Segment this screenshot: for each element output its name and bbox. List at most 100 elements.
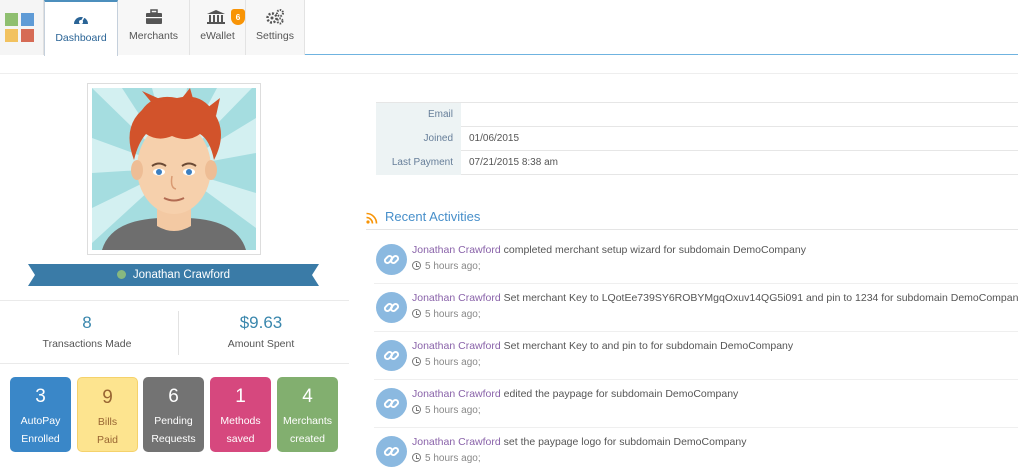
activity-text: Jonathan Crawford completed merchant set…	[412, 244, 806, 256]
activity-text: Jonathan Crawford edited the paypage for…	[412, 388, 738, 400]
info-row-last-payment: Last Payment 07/21/2015 8:38 am	[376, 151, 1018, 175]
stat-label: Transactions Made	[42, 338, 132, 350]
tile-label-line: Merchants	[282, 415, 333, 427]
content-divider	[0, 73, 1018, 74]
clock-icon	[412, 453, 421, 462]
stat-transactions: 8 Transactions Made	[0, 301, 174, 365]
notification-badge: 6	[231, 9, 245, 25]
activity-time-text: 5 hours ago;	[425, 357, 481, 368]
link-icon	[383, 350, 400, 361]
tile-value: 6	[168, 386, 179, 407]
bank-icon	[207, 10, 225, 24]
recent-activities-title: Recent Activities	[385, 209, 481, 224]
tab-label: Merchants	[128, 30, 179, 42]
gears-icon	[266, 9, 284, 25]
tile-label-line: Bills	[97, 416, 118, 428]
stat-amount-spent: $9.63 Amount Spent	[174, 301, 348, 365]
activity-icon	[376, 436, 407, 467]
tab-label: Settings	[256, 30, 294, 42]
activity-time-text: 5 hours ago;	[425, 309, 481, 320]
stat-value: $9.63	[239, 313, 283, 332]
link-icon	[383, 302, 400, 313]
stat-value: 8	[82, 313, 92, 332]
top-navbar: Dashboard Merchants eWallet 6 Settings	[0, 0, 1018, 56]
logo-tile	[5, 13, 18, 26]
clock-icon	[412, 309, 421, 318]
activity-text: Jonathan Crawford set the paypage logo f…	[412, 436, 746, 448]
activity-time: 5 hours ago;	[412, 261, 481, 272]
activity-description: edited the paypage for subdomain DemoCom…	[503, 388, 739, 400]
clock-icon	[412, 261, 421, 270]
tile-label: Pending Requests	[143, 412, 204, 448]
activity-time: 5 hours ago;	[412, 453, 481, 464]
profile-info-table: Email Joined 01/06/2015 Last Payment 07/…	[376, 102, 1018, 175]
activity-icon	[376, 388, 407, 419]
online-status-dot	[116, 270, 126, 279]
tab-settings[interactable]: Settings	[246, 0, 305, 55]
activity-item: Jonathan Crawford Set merchant Key to an…	[374, 332, 1018, 380]
app-logo[interactable]	[0, 0, 44, 55]
tile-label-line: AutoPay	[20, 415, 61, 427]
activity-description: Set merchant Key to LQotEe739SY6ROBYMgqO…	[503, 292, 1018, 304]
tile-value: 9	[102, 387, 113, 408]
info-value: 07/21/2015 8:38 am	[469, 157, 558, 168]
tab-dashboard[interactable]: Dashboard	[44, 0, 118, 56]
tile-label-line: created	[289, 433, 326, 445]
link-icon	[383, 398, 400, 409]
info-key: Email	[376, 103, 461, 127]
tile-label-line: Enrolled	[21, 433, 60, 445]
activity-user-link[interactable]: Jonathan Crawford	[412, 388, 501, 400]
avatar	[87, 83, 261, 255]
activity-description: Set merchant Key to and pin to for subdo…	[503, 340, 794, 352]
activity-time-text: 5 hours ago;	[425, 261, 481, 272]
rss-icon	[366, 212, 378, 224]
info-key: Last Payment	[376, 151, 461, 175]
activity-user-link[interactable]: Jonathan Crawford	[412, 244, 501, 256]
activity-icon	[376, 292, 407, 323]
info-row-joined: Joined 01/06/2015	[376, 127, 1018, 151]
profile-name-text: Jonathan Crawford	[132, 269, 231, 281]
activity-user-link[interactable]: Jonathan Crawford	[412, 292, 501, 304]
profile-stats: 8 Transactions Made $9.63 Amount Spent	[0, 300, 349, 364]
activity-item: Jonathan Crawford set the paypage logo f…	[374, 428, 1018, 475]
profile-name-ribbon: Jonathan Crawford	[28, 264, 319, 286]
tile-label-line: saved	[226, 433, 255, 445]
tab-merchants[interactable]: Merchants	[118, 0, 190, 55]
activity-description: completed merchant setup wizard for subd…	[503, 244, 806, 256]
tile-bills-paid[interactable]: 9 Bills Paid	[77, 377, 138, 452]
tile-value: 3	[35, 386, 46, 407]
briefcase-icon	[145, 9, 162, 24]
tile-label-line: Methods	[220, 415, 261, 427]
tile-label-line: Requests	[151, 433, 196, 445]
tile-methods-saved[interactable]: 1 Methods saved	[210, 377, 271, 452]
clock-icon	[412, 405, 421, 414]
activity-item: Jonathan Crawford Set merchant Key to LQ…	[374, 284, 1018, 332]
info-value: 01/06/2015	[469, 133, 520, 144]
activities-divider	[366, 229, 1018, 230]
activity-user-link[interactable]: Jonathan Crawford	[412, 340, 501, 352]
activity-description: set the paypage logo for subdomain DemoC…	[503, 436, 747, 448]
tile-value: 1	[235, 386, 246, 407]
clock-icon	[412, 357, 421, 366]
logo-tile	[5, 29, 18, 42]
info-row-email: Email	[376, 103, 1018, 127]
tile-pending-requests[interactable]: 6 Pending Requests	[143, 377, 204, 452]
tile-label: Bills Paid	[78, 413, 137, 449]
stat-label: Amount Spent	[227, 338, 295, 350]
tab-label: Dashboard	[55, 32, 107, 44]
activity-time-text: 5 hours ago;	[425, 405, 481, 416]
activity-item: Jonathan Crawford edited the paypage for…	[374, 380, 1018, 428]
link-icon	[383, 254, 400, 265]
tile-autopay-enrolled[interactable]: 3 AutoPay Enrolled	[10, 377, 71, 452]
logo-tile	[21, 13, 34, 26]
activity-user-link[interactable]: Jonathan Crawford	[412, 436, 501, 448]
activity-time: 5 hours ago;	[412, 309, 481, 320]
activity-item: Jonathan Crawford completed merchant set…	[374, 236, 1018, 284]
tile-merchants-created[interactable]: 4 Merchants created	[277, 377, 338, 452]
activity-time: 5 hours ago;	[412, 405, 481, 416]
tile-label-line: Pending	[154, 415, 193, 427]
activity-time-text: 5 hours ago;	[425, 453, 481, 464]
link-icon	[383, 446, 400, 457]
tile-label: Methods saved	[210, 412, 271, 448]
activity-text: Jonathan Crawford Set merchant Key to an…	[412, 340, 793, 352]
